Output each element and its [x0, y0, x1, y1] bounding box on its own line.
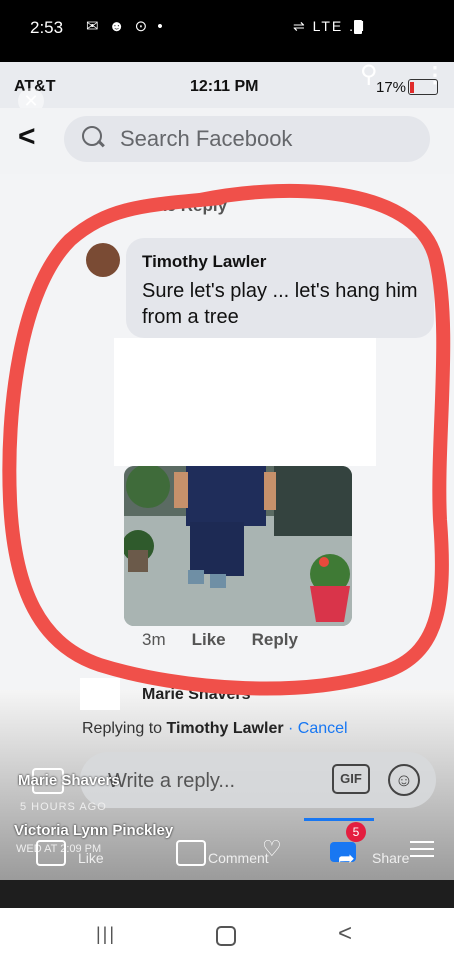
notification-icons: ✉ ☻ ⊙ •	[86, 18, 166, 35]
comment-attachment-space	[114, 338, 376, 466]
zoom-search-icon[interactable]: ⚲	[360, 60, 378, 89]
comment-time: 3m	[142, 630, 166, 649]
nav-back-icon[interactable]: <	[338, 920, 352, 948]
menu-icon[interactable]	[410, 836, 434, 862]
battery-percent: 17%	[376, 79, 407, 96]
reply-placeholder: Write a reply...	[108, 770, 236, 792]
replying-to-label: Replying to Timothy Lawler · Cancel	[82, 720, 348, 738]
replying-name: Timothy Lawler	[166, 720, 284, 737]
more-options-icon[interactable]: ⋮	[424, 62, 446, 88]
emoji-icon[interactable]: ☺	[388, 764, 420, 796]
reply-link[interactable]: Reply	[252, 630, 298, 649]
share-button[interactable]: Share	[372, 850, 409, 866]
outer-status-bar	[0, 0, 454, 62]
comment-photo[interactable]	[124, 466, 352, 626]
recents-icon[interactable]: |||	[96, 924, 116, 945]
like-icon[interactable]	[36, 840, 66, 866]
back-arrow-icon[interactable]: <	[18, 120, 36, 154]
comment-button[interactable]: Comment	[208, 850, 269, 866]
share-icon[interactable]: ➦	[338, 846, 355, 871]
comment-text: Sure let's play ... let's hang him from …	[142, 280, 418, 328]
outer-clock: 2:53	[30, 18, 64, 37]
previous-comment-actions[interactable]: Like Reply	[142, 196, 227, 216]
battery-level	[410, 82, 414, 93]
heart-icon[interactable]: ♡	[262, 836, 282, 862]
gif-button[interactable]: GIF	[332, 764, 370, 794]
bottom-strip	[0, 880, 454, 908]
avatar[interactable]	[86, 243, 120, 277]
like-link[interactable]: Like	[192, 630, 226, 649]
overlay-author-1[interactable]: Marie Shavers	[18, 772, 120, 789]
next-comment-author[interactable]: Marie Shavers	[142, 686, 251, 704]
comment-meta: 3m Like Reply	[142, 630, 298, 650]
home-icon[interactable]	[216, 926, 236, 946]
like-button[interactable]: Like	[78, 850, 104, 866]
inner-clock: 12:11 PM	[190, 78, 259, 95]
comment-author[interactable]: Timothy Lawler	[142, 252, 266, 272]
comment-icon[interactable]	[176, 840, 206, 866]
overlay-time-1: 5 HOURS AGO	[20, 801, 107, 813]
search-placeholder: Search Facebook	[120, 126, 293, 151]
cancel-reply-button[interactable]: · Cancel	[288, 720, 348, 737]
active-tab-indicator	[304, 818, 374, 821]
battery-icon	[354, 20, 362, 34]
overlay-author-2[interactable]: Victoria Lynn Pinckley	[14, 822, 173, 839]
replying-prefix: Replying to	[82, 720, 163, 737]
notification-badge: 5	[346, 822, 366, 842]
next-comment-avatar[interactable]	[80, 678, 120, 710]
